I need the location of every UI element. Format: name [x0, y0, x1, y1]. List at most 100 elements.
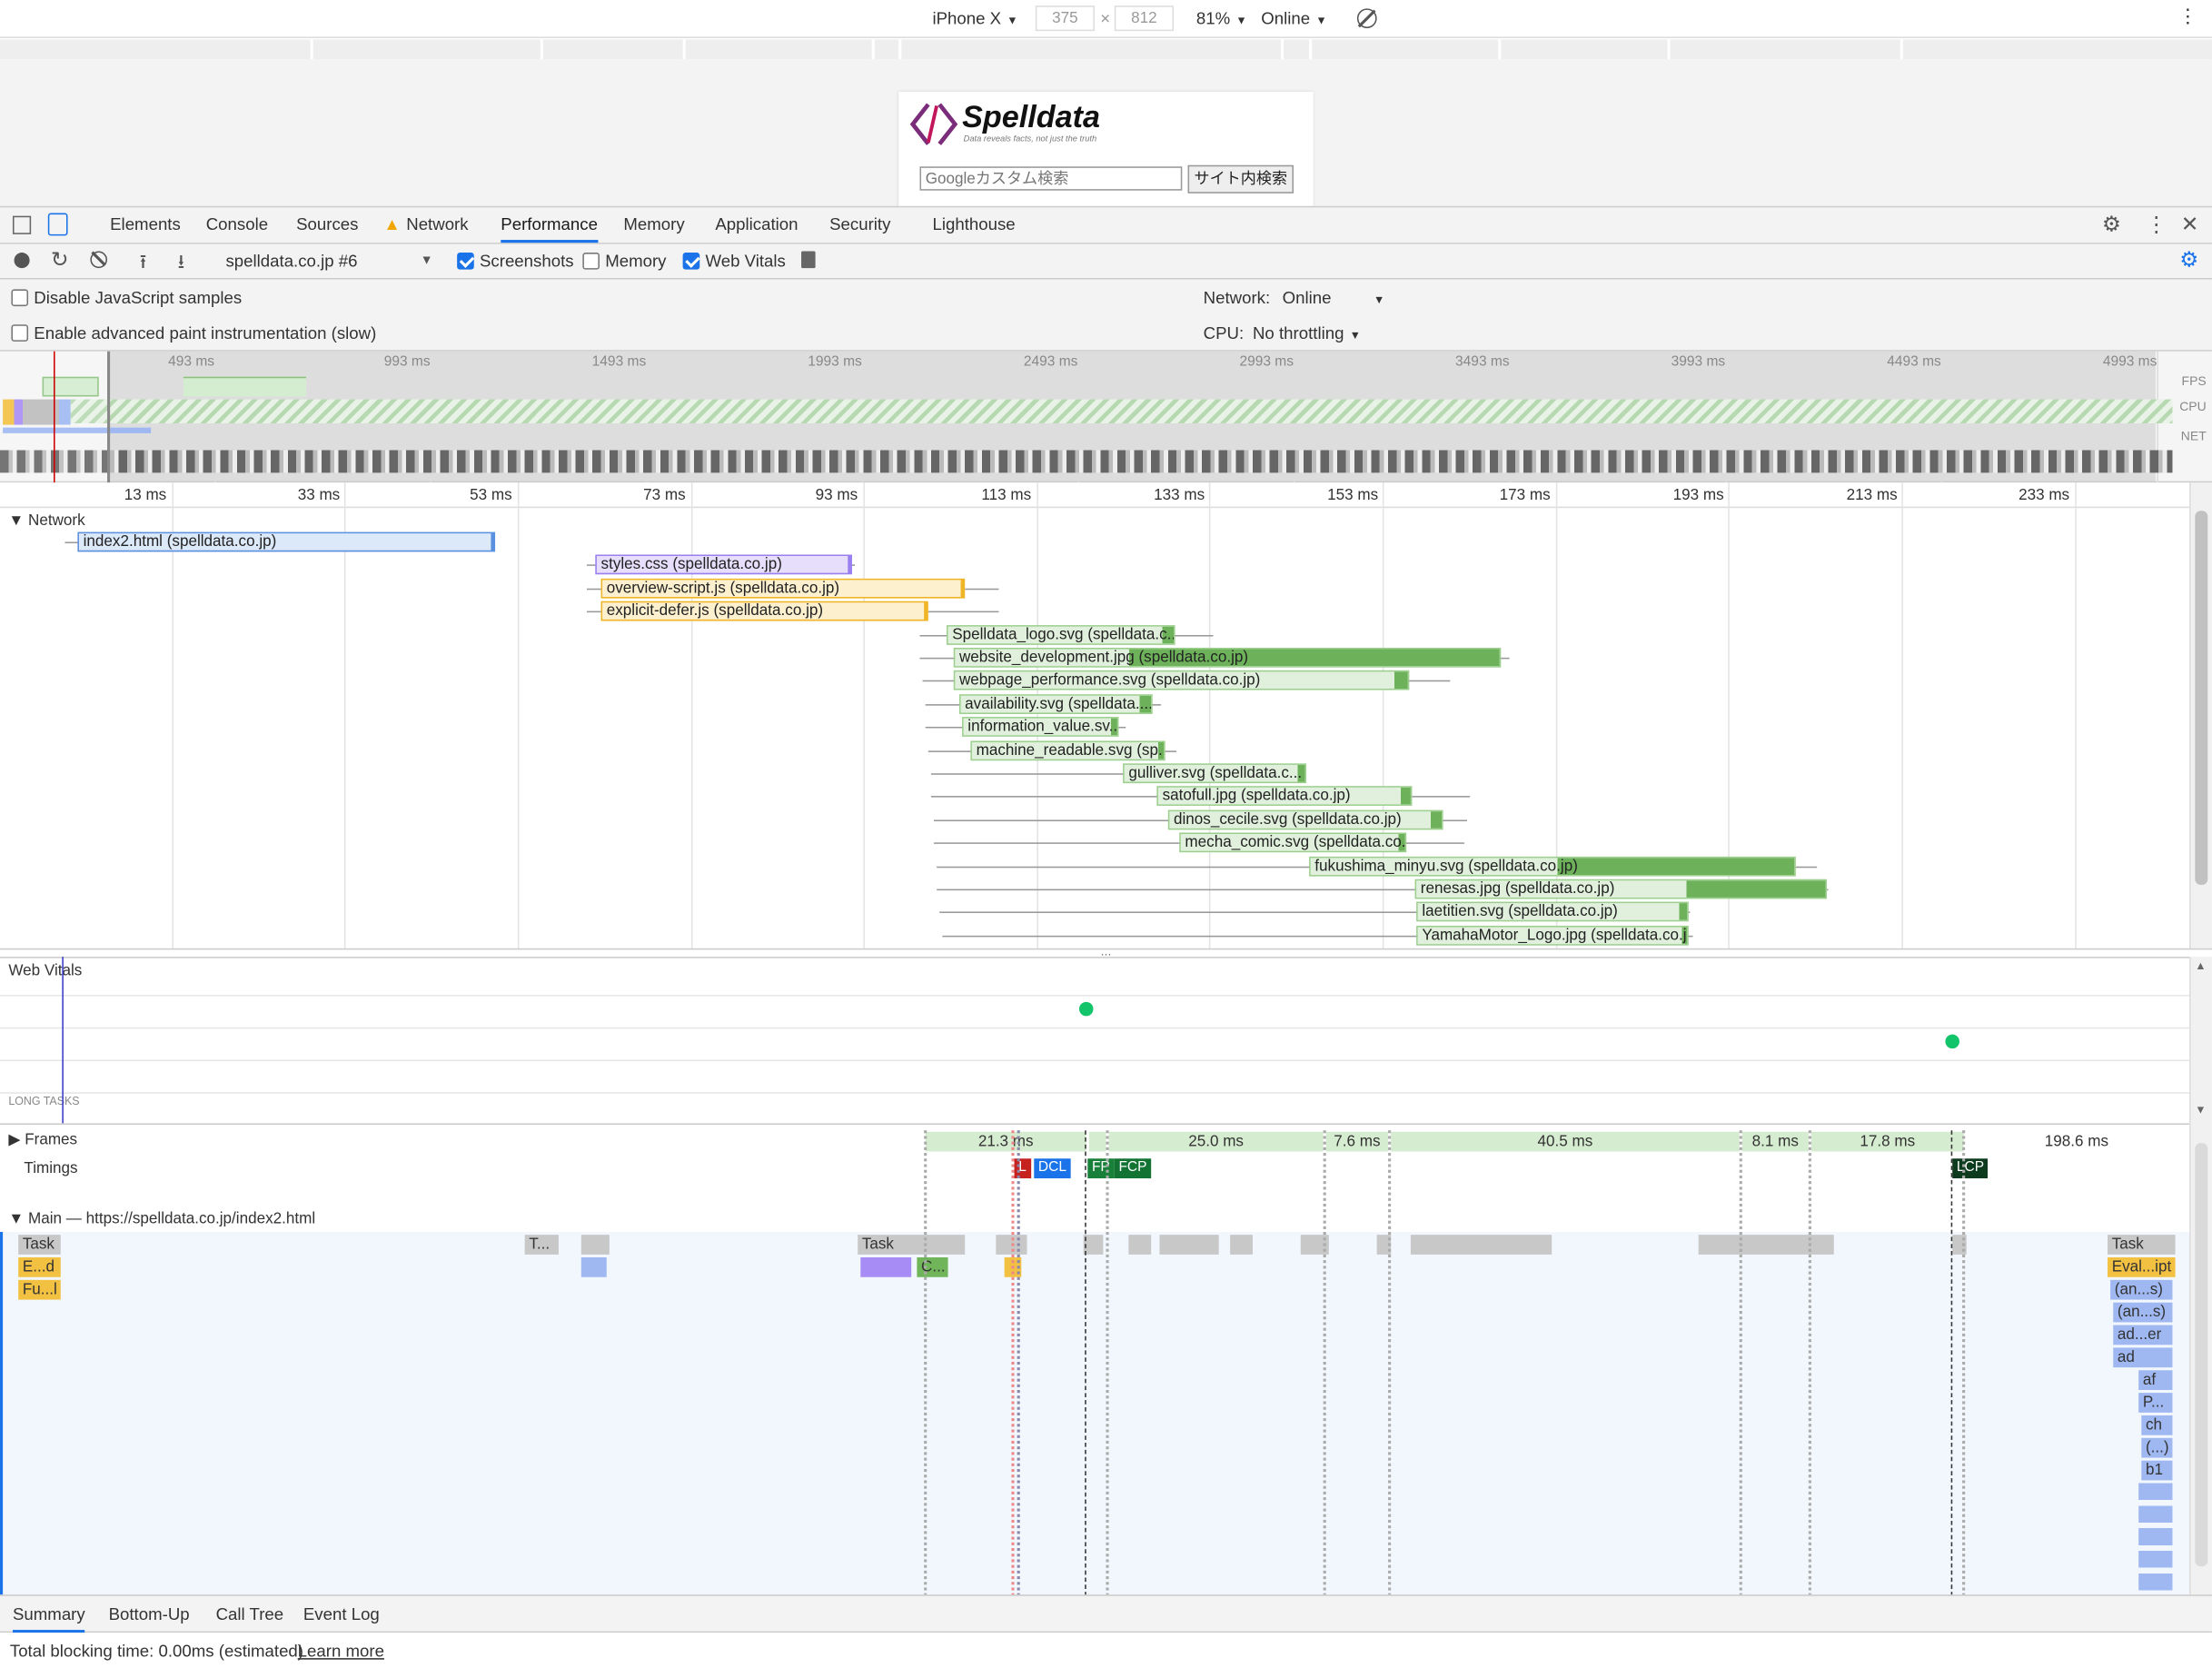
network-request[interactable]: information_value.sv... — [962, 717, 1119, 738]
network-throttle-select[interactable]: Online ▼ — [1261, 8, 1326, 28]
frame-segment[interactable]: 17.8 ms — [1810, 1131, 1964, 1152]
settings-gear-icon[interactable]: ⚙ — [2102, 212, 2121, 237]
tab-lighthouse[interactable]: Lighthouse — [932, 214, 1015, 234]
anonymous-call-block[interactable]: (an...s) — [2110, 1279, 2173, 1300]
vitals-scrollbar[interactable]: ▲ ▼ — [2189, 957, 2212, 1124]
site-search-button[interactable]: サイト内検索 — [1187, 164, 1294, 194]
task-block[interactable] — [580, 1235, 610, 1255]
vital-marker-good[interactable] — [1078, 1001, 1094, 1017]
checkbox-checked-icon[interactable] — [457, 253, 474, 270]
task-block[interactable] — [1698, 1235, 1834, 1255]
network-request[interactable]: satofull.jpg (spelldata.co.jp) — [1156, 786, 1413, 807]
task-block[interactable]: T... — [524, 1235, 559, 1255]
frame-segment[interactable]: 40.5 ms — [1391, 1131, 1740, 1152]
network-request[interactable]: fukushima_minyu.svg (spelldata.co.jp) — [1309, 856, 1796, 876]
network-scrollbar[interactable] — [2189, 482, 2212, 948]
parse-block[interactable] — [580, 1256, 607, 1277]
network-request[interactable]: renesas.jpg (spelldata.co.jp) — [1414, 879, 1828, 899]
record-icon[interactable] — [14, 253, 30, 269]
network-request[interactable]: Spelldata_logo.svg (spelldata.c... — [946, 624, 1175, 645]
function-call-block[interactable]: P... — [2138, 1393, 2173, 1413]
device-select[interactable]: iPhone X ▼ — [932, 8, 1017, 28]
network-request[interactable]: machine_readable.svg (sp... — [970, 740, 1166, 760]
task-block[interactable] — [1410, 1235, 1552, 1255]
advanced-paint-checkbox[interactable]: Enable advanced paint instrumentation (s… — [11, 323, 376, 343]
screenshots-checkbox[interactable]: Screenshots — [457, 251, 574, 271]
function-call-block[interactable]: ad...er — [2113, 1325, 2173, 1345]
more-menu-icon[interactable]: ⋮ — [2146, 212, 2167, 237]
network-request[interactable]: index2.html (spelldata.co.jp) — [77, 531, 496, 552]
function-call-block[interactable]: Fu...l — [18, 1279, 61, 1300]
clear-icon[interactable] — [90, 251, 108, 269]
frame-segment[interactable]: 8.1 ms — [1741, 1131, 1809, 1152]
checkbox-checked-icon[interactable] — [682, 253, 700, 270]
close-icon[interactable]: ✕ — [2181, 212, 2199, 237]
chevron-down-icon[interactable]: ▼ — [421, 253, 433, 267]
task-block[interactable] — [1159, 1235, 1219, 1255]
network-request[interactable]: explicit-defer.js (spelldata.co.jp) — [600, 601, 928, 621]
fp-marker[interactable]: FP — [1087, 1158, 1115, 1179]
frames-track-header[interactable]: ▶ Frames — [8, 1130, 77, 1149]
rotate-icon[interactable] — [1356, 8, 1377, 29]
network-request[interactable]: laetitien.svg (spelldata.co.jp) — [1416, 902, 1689, 922]
zoom-select[interactable]: 81% ▼ — [1196, 8, 1247, 28]
upload-icon[interactable]: ⭱ — [140, 247, 147, 281]
timeline-overview[interactable]: 493 ms 993 ms 1493 ms 1993 ms 2493 ms 29… — [0, 351, 2212, 483]
device-toolbar-toggle-icon[interactable] — [47, 213, 68, 236]
evaluate-script-block[interactable]: E...d — [18, 1256, 61, 1277]
checkbox-icon[interactable] — [582, 253, 600, 270]
function-call-block[interactable]: ad — [2113, 1347, 2173, 1368]
fcp-marker[interactable]: FCP — [1114, 1158, 1152, 1179]
main-thread-header[interactable]: ▼ Main — https://spelldata.co.jp/index2.… — [8, 1211, 315, 1228]
lcp-marker[interactable]: LCP — [1952, 1158, 1989, 1179]
inspect-element-icon[interactable] — [12, 215, 32, 234]
tab-performance[interactable]: Performance — [501, 214, 598, 243]
reload-record-icon[interactable]: ↻ — [51, 247, 69, 272]
tab-bottom-up[interactable]: Bottom-Up — [109, 1604, 190, 1624]
disable-js-samples-checkbox[interactable]: Disable JavaScript samples — [11, 288, 242, 308]
function-call-block[interactable]: b1 — [2141, 1460, 2173, 1481]
frame-segment[interactable]: 25.0 ms — [1108, 1131, 1324, 1152]
network-request[interactable]: styles.css (spelldata.co.jp) — [595, 555, 852, 575]
main-thread-flamechart[interactable]: Task E...d Fu...l T... Task C... Task Ev… — [0, 1232, 2190, 1596]
task-block[interactable]: Task — [18, 1235, 61, 1255]
tab-memory[interactable]: Memory — [623, 214, 684, 234]
profile-select[interactable]: spelldata.co.jp #6 — [225, 251, 357, 271]
tab-network[interactable]: Network — [406, 214, 468, 234]
tab-application[interactable]: Application — [715, 214, 798, 234]
trash-icon[interactable] — [801, 251, 816, 269]
network-request[interactable]: YamahaMotor_Logo.jpg (spelldata.co.jp) — [1416, 925, 1689, 946]
device-height-input[interactable] — [1114, 5, 1175, 32]
site-search-input[interactable] — [919, 166, 1183, 191]
composite-block[interactable]: C... — [917, 1256, 948, 1277]
frame-segment[interactable] — [1088, 1131, 1106, 1152]
tab-elements[interactable]: Elements — [110, 214, 181, 234]
capture-settings-icon[interactable]: ⚙ — [2179, 247, 2198, 272]
network-request[interactable]: mecha_comic.svg (spelldata.co.... — [1179, 832, 1407, 853]
task-block[interactable]: Task — [858, 1235, 966, 1255]
function-call-block[interactable]: af — [2138, 1370, 2173, 1391]
web-vitals-checkbox[interactable]: Web Vitals — [682, 251, 786, 271]
network-request[interactable]: gulliver.svg (spelldata.c... — [1123, 763, 1306, 784]
network-track-header[interactable]: ▼ Network — [8, 512, 84, 530]
learn-more-link[interactable]: Learn more — [298, 1641, 384, 1661]
checkbox-icon[interactable] — [11, 289, 29, 307]
network-request[interactable]: website_development.jpg (spelldata.co.jp… — [953, 647, 1502, 668]
checkbox-icon[interactable] — [11, 324, 29, 342]
dcl-marker[interactable]: DCL — [1034, 1158, 1071, 1179]
task-block[interactable] — [1083, 1235, 1104, 1255]
task-block[interactable]: Task — [2108, 1235, 2176, 1255]
frame-segment[interactable]: 198.6 ms — [1966, 1131, 2187, 1152]
function-call-block[interactable]: (...) — [2141, 1437, 2173, 1458]
download-icon[interactable]: ⭳ — [178, 247, 185, 281]
network-request[interactable]: overview-script.js (spelldata.co.jp) — [600, 578, 966, 599]
task-block[interactable] — [1230, 1235, 1253, 1255]
resize-handle[interactable]: … — [0, 946, 2212, 958]
network-request[interactable]: webpage_performance.svg (spelldata.co.jp… — [953, 670, 1410, 691]
tab-sources[interactable]: Sources — [296, 214, 358, 234]
tab-summary[interactable]: Summary — [12, 1604, 85, 1633]
tab-call-tree[interactable]: Call Tree — [216, 1604, 284, 1624]
network-throttle-dropdown[interactable]: Online ▼ — [1283, 288, 1385, 308]
tracks-scrollbar[interactable] — [2189, 1123, 2212, 1595]
function-call-block[interactable]: ch — [2141, 1415, 2173, 1435]
